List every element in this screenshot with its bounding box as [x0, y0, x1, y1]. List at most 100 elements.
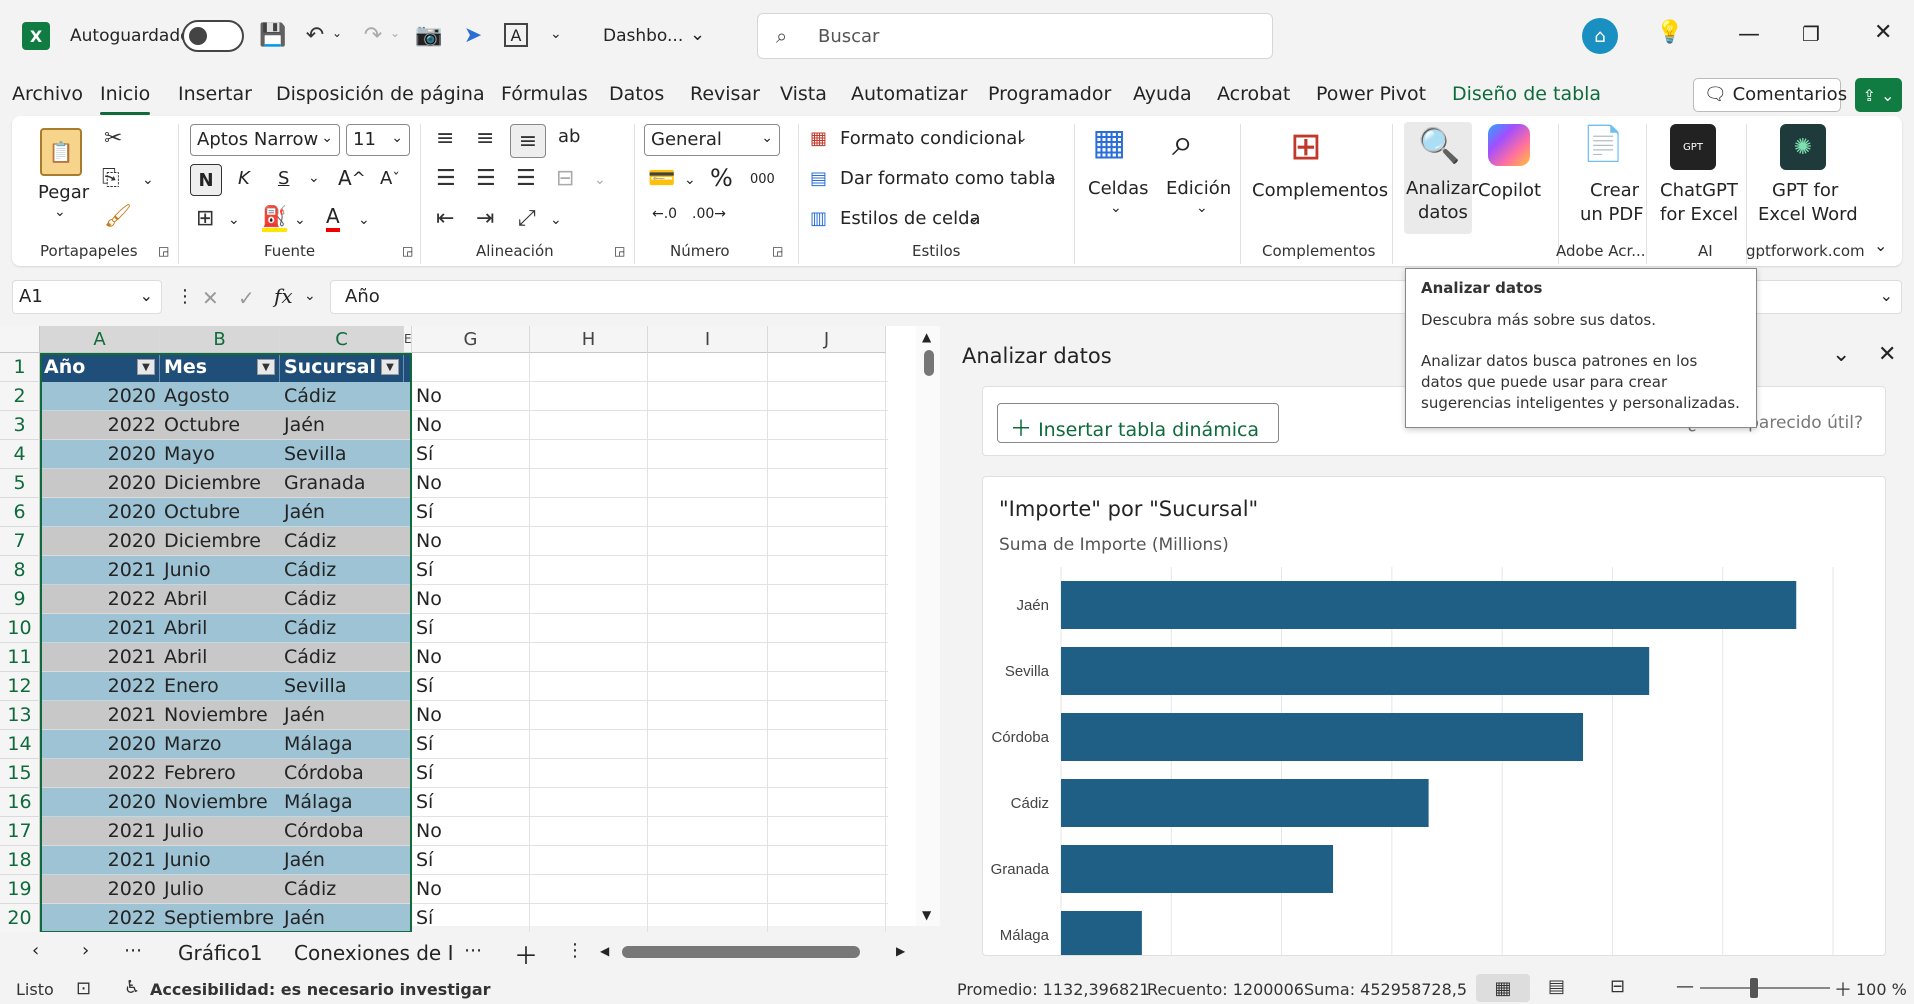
paste-dropdown-icon[interactable]: ⌄: [54, 204, 66, 220]
grid-cell[interactable]: Jaén: [280, 498, 404, 527]
conditional-format-button[interactable]: Formato condicional: [840, 128, 1022, 149]
grid-cell[interactable]: 2021: [40, 556, 160, 585]
undo-dropdown-icon[interactable]: ⌄: [332, 26, 342, 40]
insert-pivot-button[interactable]: ＋ Insertar tabla dinámica: [997, 403, 1279, 443]
row-header[interactable]: 4: [0, 440, 40, 469]
column-header-j[interactable]: J: [768, 326, 886, 353]
grid-cell[interactable]: Sí: [412, 788, 530, 817]
row-header[interactable]: 2: [0, 382, 40, 411]
accounting-dropdown-icon[interactable]: ⌄: [684, 172, 696, 188]
grid-cell[interactable]: Málaga: [280, 730, 404, 759]
row-header[interactable]: 10: [0, 614, 40, 643]
grid-cell[interactable]: 2022: [40, 672, 160, 701]
grid-cell[interactable]: No: [412, 701, 530, 730]
grid-cell[interactable]: Julio: [160, 817, 280, 846]
send-icon[interactable]: ➤: [458, 20, 488, 50]
grid-cell[interactable]: Diciembre: [160, 527, 280, 556]
scroll-up-icon[interactable]: ▲: [922, 330, 931, 344]
cell-styles-icon[interactable]: ▥: [810, 208, 827, 229]
format-painter-icon[interactable]: 🖌: [104, 204, 132, 229]
table-header-cell[interactable]: Año ▼: [40, 353, 160, 382]
grid-cell[interactable]: 2020: [40, 730, 160, 759]
cells-icon[interactable]: ▦: [1092, 122, 1126, 163]
grid-cell[interactable]: Málaga: [280, 788, 404, 817]
align-middle-icon[interactable]: ≡: [476, 126, 494, 151]
grid-cell[interactable]: 2020: [40, 382, 160, 411]
fill-color-icon[interactable]: ⛽: [262, 204, 287, 232]
conditional-format-icon[interactable]: ▦: [810, 128, 827, 149]
grid-cell[interactable]: No: [412, 382, 530, 411]
scroll-down-icon[interactable]: ▼: [922, 908, 931, 922]
filter-dropdown-icon[interactable]: ▼: [257, 359, 275, 375]
paste-label[interactable]: Pegar: [38, 182, 89, 203]
zoom-slider-thumb[interactable]: [1750, 978, 1758, 998]
grid-cell[interactable]: Córdoba: [280, 759, 404, 788]
grid-cell[interactable]: 2021: [40, 701, 160, 730]
orientation-icon[interactable]: ⤢: [518, 206, 536, 231]
grid-cell[interactable]: No: [412, 469, 530, 498]
grid-cell[interactable]: Sí: [412, 440, 530, 469]
column-header-b[interactable]: B: [160, 326, 280, 353]
column-header-a[interactable]: A: [40, 326, 160, 353]
grid-cell[interactable]: Noviembre: [160, 701, 280, 730]
grid-cell[interactable]: Marzo: [160, 730, 280, 759]
row-header[interactable]: 14: [0, 730, 40, 759]
merge-dropdown-icon[interactable]: ⌄: [594, 172, 606, 188]
merge-icon[interactable]: ⊟: [556, 166, 574, 191]
search-box[interactable]: ⌕ Buscar: [757, 13, 1273, 59]
grid-cell[interactable]: Cádiz: [280, 382, 404, 411]
borders-icon[interactable]: ⊞: [196, 206, 214, 231]
grid-cell[interactable]: Cádiz: [280, 614, 404, 643]
share-button[interactable]: ⇪ ⌄: [1855, 78, 1902, 112]
grid-cell[interactable]: 2021: [40, 643, 160, 672]
grid-cell[interactable]: No: [412, 411, 530, 440]
grid-cell[interactable]: Abril: [160, 585, 280, 614]
grid-cell[interactable]: Granada: [280, 469, 404, 498]
grid-cell[interactable]: Cádiz: [280, 585, 404, 614]
lightbulb-icon[interactable]: 💡: [1656, 20, 1683, 45]
gpt-excel-word-icon[interactable]: ✺: [1780, 124, 1826, 170]
column-header-g[interactable]: G: [412, 326, 530, 353]
edit-search-icon[interactable]: ⌕: [1172, 120, 1193, 165]
tab-diseno-tabla[interactable]: Diseño de tabla: [1452, 83, 1601, 109]
create-pdf-label-1[interactable]: Crear: [1590, 180, 1639, 201]
sheet-options-icon[interactable]: ⋯: [464, 940, 482, 961]
grid-cell[interactable]: Abril: [160, 643, 280, 672]
column-header-c[interactable]: C: [280, 326, 404, 353]
font-name-combo[interactable]: Aptos Narrow ⌄: [190, 124, 340, 156]
account-avatar[interactable]: ⌂: [1582, 18, 1618, 54]
align-center-icon[interactable]: ☰: [476, 166, 496, 191]
tab-disposicion[interactable]: Disposición de página: [276, 83, 485, 109]
redo-dropdown-icon[interactable]: ⌄: [390, 26, 400, 40]
grid-cell[interactable]: 2022: [40, 585, 160, 614]
font-color-dropdown-icon[interactable]: ⌄: [358, 212, 370, 228]
grid-cell[interactable]: 2020: [40, 469, 160, 498]
customize-toolbar-icon[interactable]: ⌄: [550, 26, 562, 42]
alineacion-launcher-icon[interactable]: ◲: [614, 244, 625, 258]
grid-cell[interactable]: Sí: [412, 672, 530, 701]
row-header[interactable]: 16: [0, 788, 40, 817]
cells-button[interactable]: Celdas: [1088, 178, 1148, 199]
grid-cell[interactable]: 2020: [40, 440, 160, 469]
edit-button[interactable]: Edición: [1166, 178, 1231, 199]
scroll-thumb[interactable]: [924, 350, 934, 376]
cell-styles-button[interactable]: Estilos de celda: [840, 208, 981, 229]
thousands-icon[interactable]: 000: [750, 172, 775, 187]
copilot-button[interactable]: Copilot: [1478, 180, 1541, 201]
comments-button[interactable]: 🗨 Comentarios: [1693, 78, 1847, 112]
confirm-entry-icon[interactable]: ✓: [238, 286, 255, 310]
name-box[interactable]: A1 ⌄: [12, 280, 162, 314]
grid-cell[interactable]: No: [412, 643, 530, 672]
grid-cell[interactable]: 2020: [40, 788, 160, 817]
grid-cell[interactable]: Sí: [412, 614, 530, 643]
sheet-tab-conexiones[interactable]: Conexiones de In: [294, 941, 454, 965]
table-format-icon[interactable]: ▤: [810, 168, 827, 189]
grid-cell[interactable]: 2021: [40, 846, 160, 875]
underline-dropdown-icon[interactable]: ⌄: [308, 170, 320, 186]
column-header-e[interactable]: E: [404, 326, 412, 353]
restore-icon[interactable]: ❐: [1802, 22, 1820, 46]
pane-close-icon[interactable]: ✕: [1878, 342, 1896, 367]
grid-cell[interactable]: 2022: [40, 904, 160, 933]
prev-sheet-icon[interactable]: ‹: [32, 940, 39, 961]
percent-icon[interactable]: %: [710, 164, 733, 192]
